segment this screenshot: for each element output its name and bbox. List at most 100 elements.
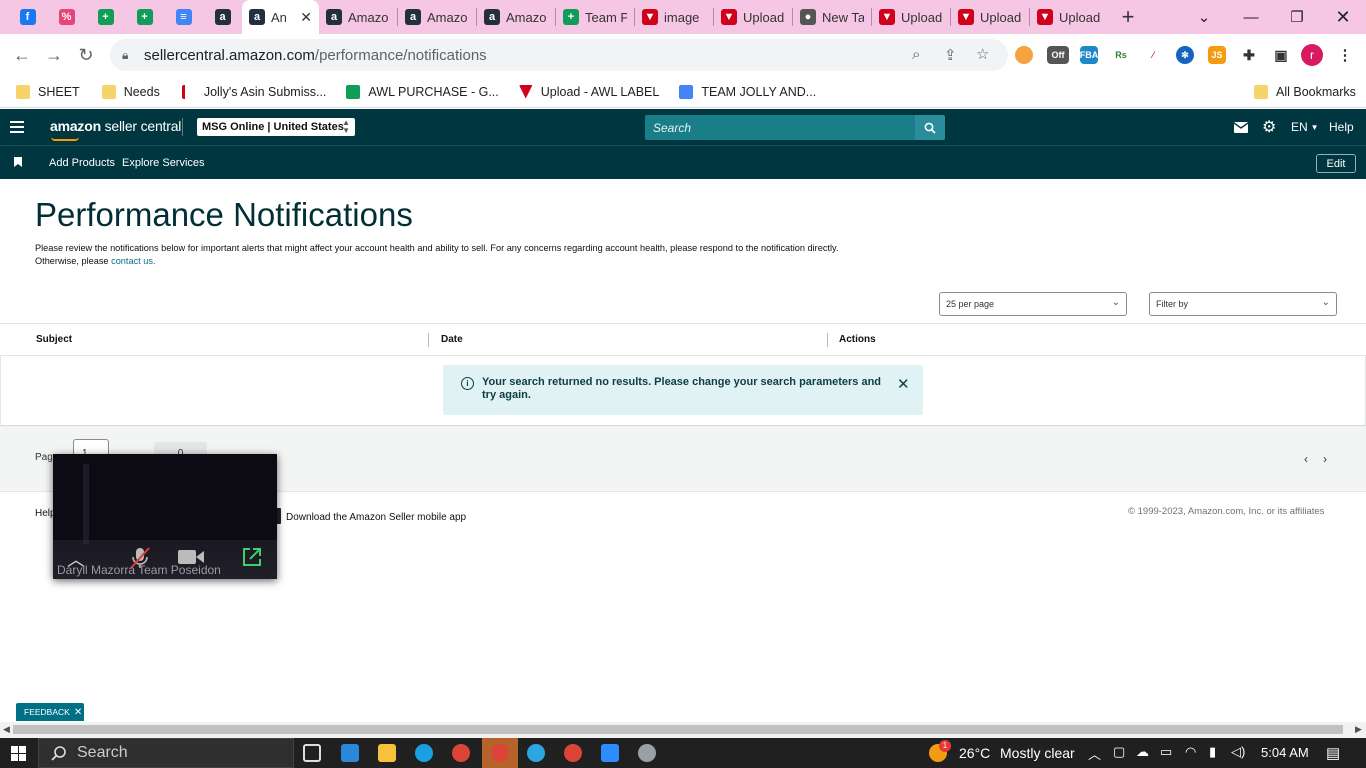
per-page-select[interactable]: 25 per page ⌄: [939, 292, 1127, 316]
bookmark-awl-purchase[interactable]: AWL PURCHASE - G...: [338, 79, 506, 105]
store-selector[interactable]: MSG Online | United States ▲ ▼: [197, 118, 355, 136]
video-call-overlay[interactable]: ︿ Daryll Mazorra Team Poseidon: [53, 454, 277, 579]
zoom-icon[interactable]: ⌕: [912, 46, 920, 63]
new-tab-button[interactable]: +: [1108, 0, 1148, 34]
wifi-icon[interactable]: ◠: [1185, 744, 1196, 760]
browser-tab[interactable]: ▼ Upload: [714, 0, 792, 34]
seller-central-logo[interactable]: amazon seller central: [50, 118, 181, 134]
side-panel-icon[interactable]: ▣: [1272, 46, 1290, 64]
weather-temperature[interactable]: 26°C: [959, 745, 990, 761]
browser-tab[interactable]: a: [203, 0, 242, 34]
back-icon[interactable]: ←: [6, 39, 38, 71]
chrome-active-taskbar-item[interactable]: [482, 738, 518, 768]
close-tab-icon[interactable]: ✕: [300, 9, 312, 26]
bookmark-sheet[interactable]: SHEET: [8, 79, 88, 105]
browser-tab[interactable]: a An ✕: [242, 0, 319, 34]
browser-tab[interactable]: ▼ Upload: [951, 0, 1029, 34]
contact-us-link[interactable]: contact us.: [111, 256, 155, 266]
browser-tab[interactable]: ▼ Upload: [872, 0, 950, 34]
chrome-menu-icon[interactable]: ⋮: [1336, 46, 1354, 64]
scroll-thumb[interactable]: [13, 725, 1343, 734]
extension-helium-icon[interactable]: ✻: [1176, 46, 1194, 64]
column-date[interactable]: Date: [441, 334, 463, 345]
battery-icon[interactable]: ▭: [1160, 744, 1172, 760]
browser-tab[interactable]: f: [8, 0, 47, 34]
feedback-button[interactable]: FEEDBACK ✕: [16, 703, 84, 721]
pop-out-icon[interactable]: [241, 546, 263, 574]
meet-now-icon[interactable]: ▢: [1113, 744, 1125, 760]
extension-off-icon[interactable]: Off: [1047, 46, 1069, 64]
star-icon[interactable]: ☆: [976, 45, 989, 63]
microphone-icon[interactable]: ▮: [1209, 744, 1216, 760]
bookmark-needs[interactable]: Needs: [94, 79, 168, 105]
browser-tab[interactable]: ▼ Upload: [1030, 0, 1108, 34]
forward-icon[interactable]: →: [38, 39, 70, 71]
store-icon[interactable]: [341, 744, 359, 762]
scroll-right-icon[interactable]: ▶: [1355, 724, 1362, 735]
mail-icon[interactable]: [1234, 109, 1248, 145]
close-icon[interactable]: ✕: [74, 707, 82, 718]
bookmark-upload-awl[interactable]: Upload - AWL LABEL: [511, 79, 668, 105]
clock-time[interactable]: 5:04 AM: [1261, 745, 1309, 760]
extension-rs-icon[interactable]: Rs: [1112, 46, 1130, 64]
extension-firefox-icon[interactable]: [1015, 46, 1033, 64]
close-window-button[interactable]: ✕: [1320, 0, 1366, 34]
bookmark-icon[interactable]: [14, 157, 22, 167]
task-view-icon[interactable]: [303, 744, 321, 762]
share-icon[interactable]: ⇪: [944, 46, 957, 64]
restore-button[interactable]: ❐: [1274, 0, 1320, 34]
notifications-icon[interactable]: ▤: [1326, 744, 1340, 762]
edit-nav-button[interactable]: Edit: [1316, 154, 1356, 173]
telegram-icon[interactable]: [527, 744, 545, 762]
search-button[interactable]: [915, 115, 945, 140]
browser-tab[interactable]: +: [125, 0, 164, 34]
onedrive-icon[interactable]: ☁: [1136, 744, 1149, 760]
next-page-icon[interactable]: ›: [1323, 452, 1327, 466]
app-icon[interactable]: [638, 744, 656, 762]
extension-js-icon[interactable]: JS: [1208, 46, 1226, 64]
browser-tab[interactable]: a Amazo: [477, 0, 555, 34]
mobile-app-link[interactable]: Download the Amazon Seller mobile app: [275, 508, 466, 524]
close-icon[interactable]: ✕: [897, 375, 910, 393]
scroll-left-icon[interactable]: ◀: [3, 724, 10, 735]
extensions-puzzle-icon[interactable]: ✚: [1240, 46, 1258, 64]
weather-condition[interactable]: Mostly clear: [1000, 745, 1075, 761]
column-subject[interactable]: Subject: [36, 334, 72, 345]
volume-icon[interactable]: ◁): [1231, 744, 1245, 760]
edge-icon[interactable]: [415, 744, 433, 762]
nav-add-products[interactable]: Add Products: [49, 157, 115, 169]
browser-tab[interactable]: +: [86, 0, 125, 34]
seller-search-input[interactable]: Search: [645, 115, 915, 140]
profile-avatar[interactable]: r: [1301, 44, 1323, 66]
horizontal-scrollbar[interactable]: ◀ ▶: [0, 722, 1366, 738]
taskbar-search[interactable]: Search: [38, 738, 294, 768]
nav-explore-services[interactable]: Explore Services: [122, 157, 205, 169]
help-link[interactable]: Help: [1329, 109, 1354, 145]
tab-search-icon[interactable]: ⌄: [1181, 0, 1227, 34]
extension-sale-icon[interactable]: ⁄: [1144, 46, 1162, 64]
previous-page-icon[interactable]: ‹: [1304, 452, 1308, 466]
file-explorer-icon[interactable]: [378, 744, 396, 762]
browser-tab[interactable]: a Amazo: [319, 0, 397, 34]
browser-tab[interactable]: a Amazo: [398, 0, 476, 34]
windows-start-icon[interactable]: [11, 746, 26, 761]
bookmark-team-jolly[interactable]: TEAM JOLLY AND...: [671, 79, 824, 105]
browser-tab[interactable]: + Team P: [556, 0, 634, 34]
all-bookmarks[interactable]: All Bookmarks: [1246, 79, 1364, 105]
reload-icon[interactable]: ↻: [70, 39, 102, 71]
browser-tab[interactable]: ● New Ta: [793, 0, 871, 34]
chrome-icon[interactable]: [452, 744, 470, 762]
settings-gear-icon[interactable]: ⚙: [1262, 109, 1276, 145]
browser-tab[interactable]: ≡: [164, 0, 203, 34]
browser-tab[interactable]: ▼ image: [635, 0, 713, 34]
extension-fba-icon[interactable]: FBA: [1080, 46, 1098, 64]
language-selector[interactable]: EN ▼: [1291, 109, 1319, 145]
minimize-button[interactable]: —: [1228, 0, 1274, 34]
url-bar[interactable]: 🔒︎ sellercentral.amazon.com/performance/…: [110, 39, 1008, 71]
zoom-app-icon[interactable]: [601, 744, 619, 762]
hamburger-menu-icon[interactable]: [10, 121, 24, 133]
chrome-profile-icon[interactable]: [564, 744, 582, 762]
browser-tab[interactable]: %: [47, 0, 86, 34]
show-hidden-icons[interactable]: ︿: [1088, 744, 1101, 763]
bookmark-jolly-asin[interactable]: Jolly's Asin Submiss...: [174, 79, 335, 105]
